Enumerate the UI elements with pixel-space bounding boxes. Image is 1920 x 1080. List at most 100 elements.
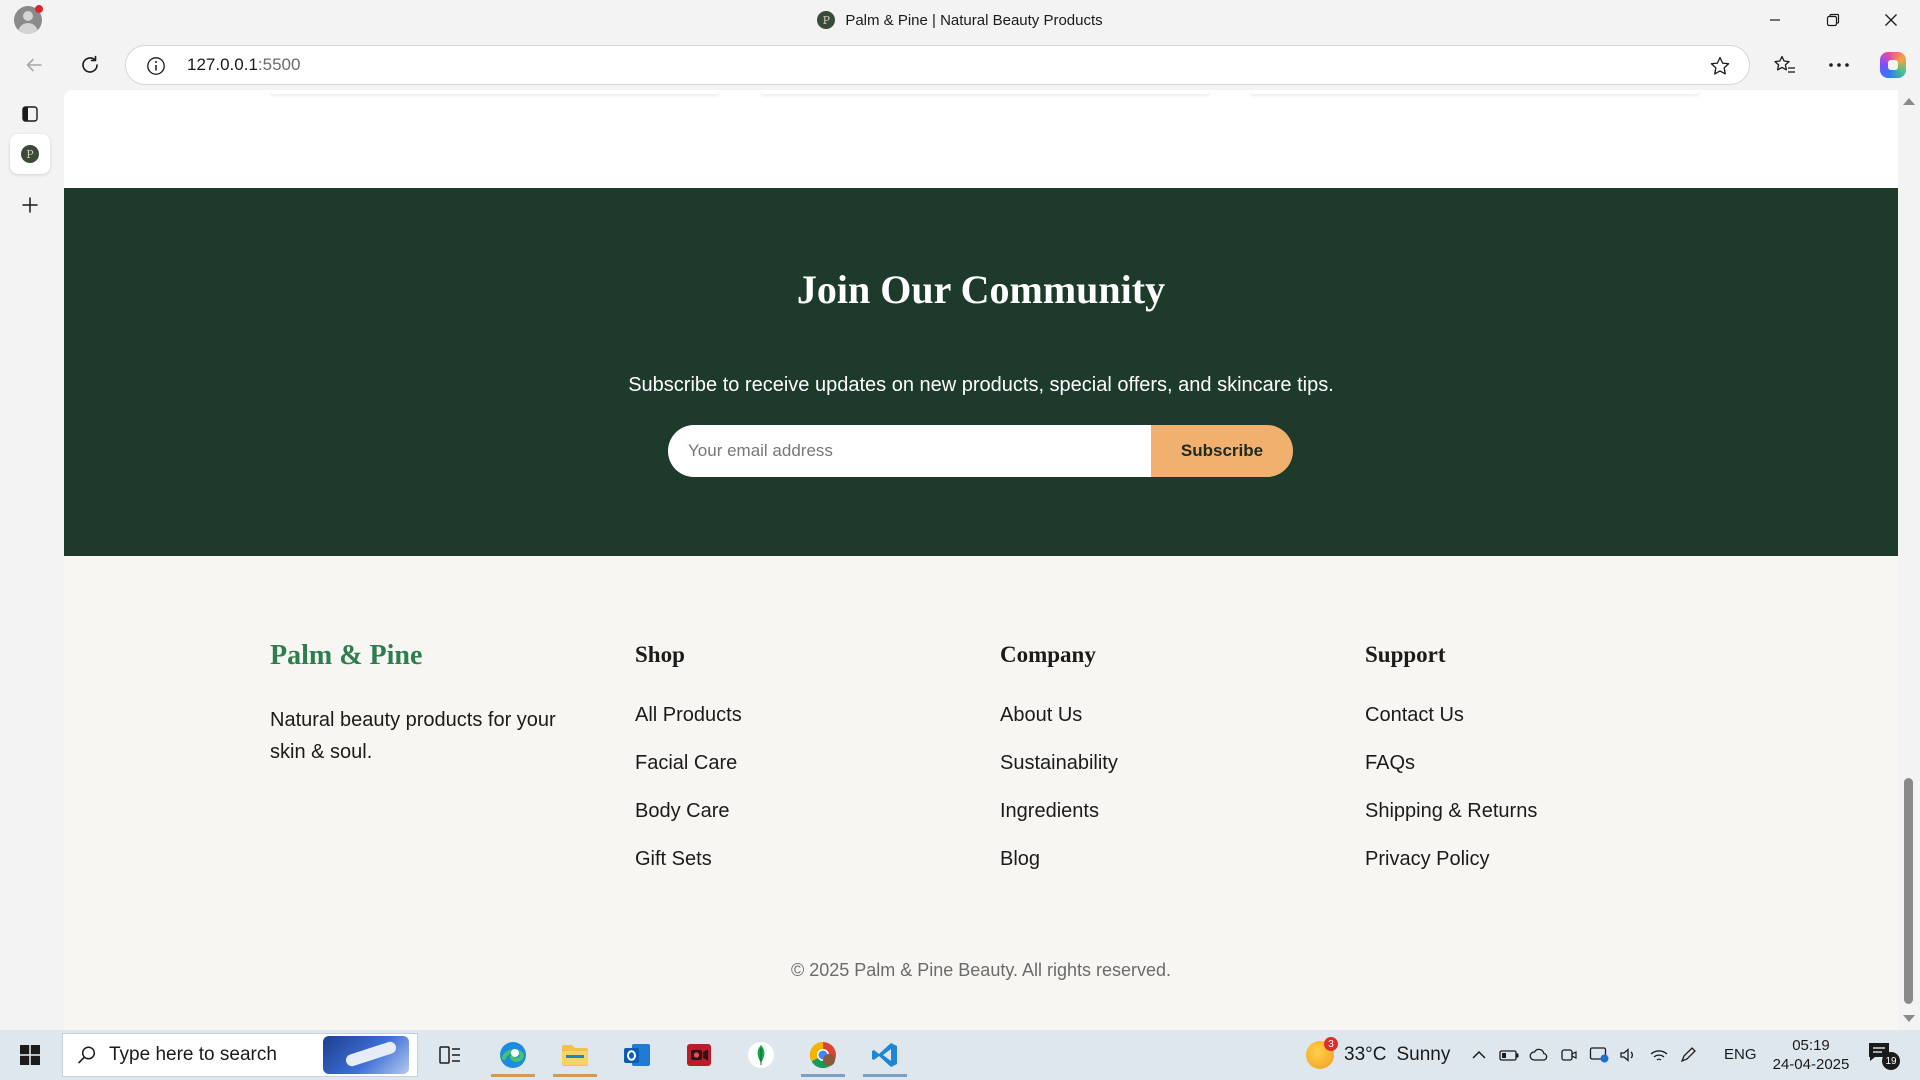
- taskbar-recorder-app[interactable]: [673, 1033, 725, 1077]
- list-item: All Products: [635, 704, 965, 752]
- task-view-button[interactable]: [424, 1033, 476, 1077]
- taskbar-edge-app[interactable]: [487, 1033, 539, 1077]
- footer-column-support: Support Contact Us FAQs Shipping & Retur…: [1365, 642, 1695, 896]
- edge-browser-icon: [500, 1042, 526, 1068]
- update-tray-icon[interactable]: [1588, 1044, 1610, 1066]
- windows-taskbar: Type here to search 3 33°C Sunny ENG 05:…: [0, 1030, 1920, 1080]
- show-hidden-icons-button[interactable]: [1468, 1044, 1490, 1066]
- footer-link-body-care[interactable]: Body Care: [635, 800, 730, 822]
- wifi-icon: [1650, 1050, 1668, 1061]
- footer-column-title: Support: [1365, 642, 1446, 667]
- footer-column-title: Shop: [635, 642, 685, 667]
- input-language-indicator[interactable]: ENG: [1724, 1030, 1757, 1080]
- product-card-edge: [1250, 90, 1700, 94]
- footer-link-all-products[interactable]: All Products: [635, 704, 742, 726]
- footer-link-list: About Us Sustainability Ingredients Blog: [1000, 704, 1330, 896]
- settings-more-button[interactable]: [1821, 48, 1857, 82]
- browser-toolbar: 127.0.0.1:5500: [0, 40, 1920, 90]
- pen-icon: [1680, 1047, 1696, 1063]
- products-section-bottom: [64, 90, 1898, 188]
- folder-icon: [562, 1045, 588, 1066]
- battery-icon: [1499, 1050, 1519, 1061]
- site-favicon-icon: P: [817, 11, 836, 29]
- list-item: Sustainability: [1000, 752, 1330, 800]
- scrollbar-thumb[interactable]: [1904, 778, 1913, 1004]
- favorites-button[interactable]: [1767, 48, 1803, 82]
- list-item: Privacy Policy: [1365, 848, 1695, 896]
- page-scrollbar[interactable]: [1898, 90, 1920, 1030]
- restore-button[interactable]: [1804, 0, 1862, 40]
- minimize-button[interactable]: [1746, 0, 1804, 40]
- clock-time: 05:19: [1792, 1037, 1830, 1054]
- notification-center-button[interactable]: 19: [1866, 1040, 1900, 1070]
- chrome-browser-icon: [809, 1041, 836, 1069]
- taskbar-file-explorer-app[interactable]: [549, 1033, 601, 1077]
- scroll-up-arrow-icon[interactable]: [1903, 98, 1915, 105]
- tab-palm-and-pine[interactable]: P: [10, 134, 50, 174]
- window-title: P Palm & Pine | Natural Beauty Products: [0, 0, 1920, 40]
- footer-link-contact-us[interactable]: Contact Us: [1365, 704, 1464, 726]
- subscribe-button[interactable]: Subscribe: [1151, 425, 1293, 477]
- address-bar[interactable]: 127.0.0.1:5500: [125, 45, 1750, 85]
- tab-actions-button[interactable]: [10, 94, 50, 134]
- title-bar: P Palm & Pine | Natural Beauty Products: [0, 0, 1920, 40]
- footer-link-ingredients[interactable]: Ingredients: [1000, 800, 1099, 822]
- footer-column-shop: Shop All Products Facial Care Body Care …: [635, 642, 965, 896]
- new-tab-button[interactable]: [10, 185, 50, 225]
- window-controls: [1746, 0, 1920, 40]
- start-button[interactable]: [8, 1035, 52, 1075]
- taskbar-chrome-app[interactable]: [797, 1033, 849, 1077]
- scroll-down-arrow-icon[interactable]: [1903, 1015, 1915, 1022]
- back-button[interactable]: [16, 48, 52, 82]
- volume-tray-icon[interactable]: [1618, 1044, 1640, 1066]
- newsletter-section: Join Our Community Subscribe to receive …: [64, 188, 1898, 556]
- plus-icon: [22, 197, 38, 213]
- product-card-edge: [760, 90, 1210, 94]
- network-tray-icon[interactable]: [1648, 1044, 1670, 1066]
- list-item: Body Care: [635, 800, 965, 848]
- footer-link-sustainability[interactable]: Sustainability: [1000, 752, 1118, 774]
- email-input[interactable]: [668, 425, 1151, 477]
- close-window-button[interactable]: [1862, 0, 1920, 40]
- favorite-star-icon[interactable]: [1709, 55, 1731, 77]
- footer-link-shipping-returns[interactable]: Shipping & Returns: [1365, 800, 1537, 822]
- close-icon: [1885, 14, 1897, 26]
- footer-link-blog[interactable]: Blog: [1000, 848, 1040, 870]
- onedrive-tray-icon[interactable]: [1528, 1044, 1550, 1066]
- footer-tagline: Natural beauty products for your skin & …: [270, 709, 556, 763]
- refresh-icon: [82, 55, 98, 73]
- copyright-text: © 2025 Palm & Pine Beauty. All rights re…: [790, 960, 1172, 980]
- speaker-icon: [1620, 1048, 1633, 1062]
- taskbar-outlook-app[interactable]: [611, 1033, 663, 1077]
- notification-count-badge: 19: [1882, 1052, 1900, 1070]
- list-item: About Us: [1000, 704, 1330, 752]
- screen-recorder-icon: [687, 1044, 711, 1066]
- taskbar-vscode-app[interactable]: [859, 1033, 911, 1077]
- more-dots-icon: [1829, 63, 1849, 67]
- window-title-text: Palm & Pine | Natural Beauty Products: [845, 11, 1103, 29]
- url-port: :5500: [257, 55, 301, 74]
- url-text[interactable]: 127.0.0.1:5500: [187, 46, 300, 84]
- cloud-icon: [1529, 1048, 1548, 1061]
- taskbar-clock[interactable]: 05:19 24-04-2025: [1768, 1036, 1854, 1074]
- footer-link-gift-sets[interactable]: Gift Sets: [635, 848, 712, 870]
- copilot-button[interactable]: [1875, 48, 1911, 82]
- taskbar-search-box[interactable]: Type here to search: [62, 1033, 418, 1077]
- footer-link-list: Contact Us FAQs Shipping & Returns Priva…: [1365, 704, 1695, 896]
- meet-now-tray-icon[interactable]: [1558, 1044, 1580, 1066]
- list-item: FAQs: [1365, 752, 1695, 800]
- footer-brand-logo[interactable]: Palm & Pine: [270, 640, 422, 672]
- footer-link-about-us[interactable]: About Us: [1000, 704, 1082, 726]
- footer-link-privacy-policy[interactable]: Privacy Policy: [1365, 848, 1489, 870]
- refresh-button[interactable]: [72, 48, 108, 82]
- site-info-icon[interactable]: [146, 56, 166, 76]
- footer-link-faqs[interactable]: FAQs: [1365, 752, 1415, 774]
- list-item: Blog: [1000, 848, 1330, 896]
- weather-widget[interactable]: 3 33°C Sunny: [1306, 1030, 1450, 1080]
- footer-link-facial-care[interactable]: Facial Care: [635, 752, 737, 774]
- vertical-tabs-rail: P: [0, 90, 64, 1030]
- battery-tray-icon[interactable]: [1498, 1044, 1520, 1066]
- chevron-up-icon: [1472, 1050, 1486, 1059]
- pen-tray-icon[interactable]: [1678, 1044, 1700, 1066]
- taskbar-mongodb-app[interactable]: [735, 1033, 787, 1077]
